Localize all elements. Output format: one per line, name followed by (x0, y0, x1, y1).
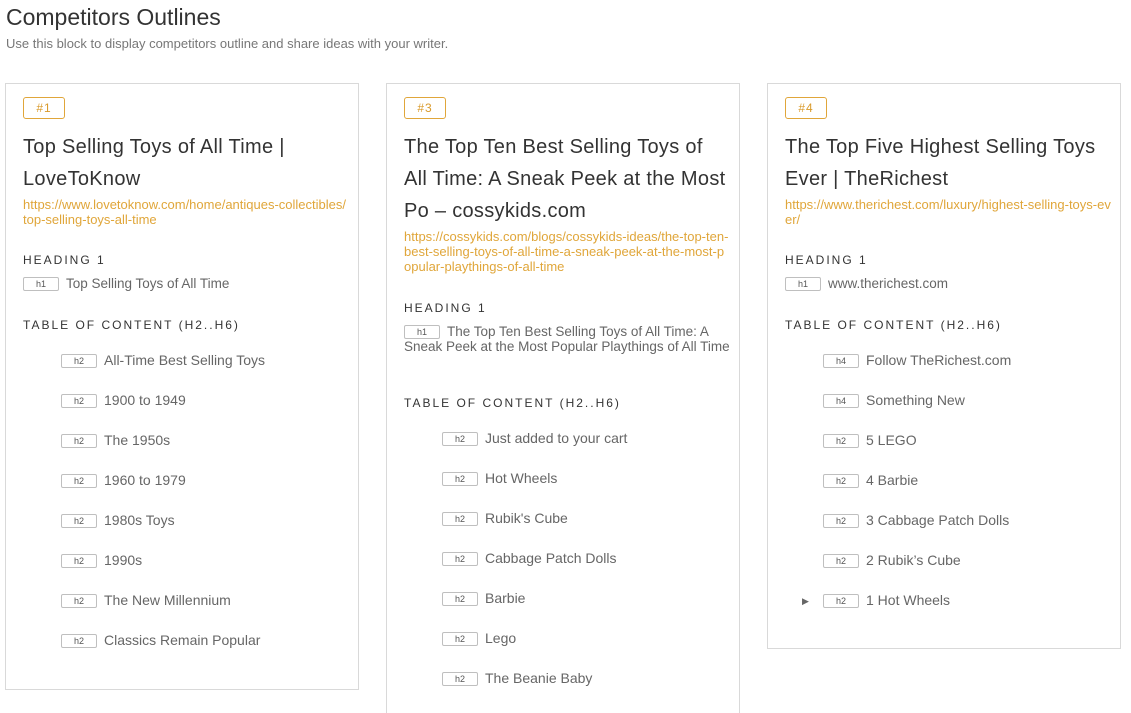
page-subtitle: Use this block to display competitors ou… (6, 36, 449, 51)
competitor-url-link[interactable]: https://www.therichest.com/luxury/highes… (785, 197, 1111, 227)
toc-item-text: 1960 to 1979 (104, 472, 186, 488)
competitor-title: Top Selling Toys of All Time | LoveToKno… (23, 136, 285, 190)
competitor-title: The Top Five Highest Selling Toys Ever |… (785, 136, 1096, 190)
heading-tag: h2 (61, 474, 97, 488)
heading-tag: h2 (442, 672, 478, 686)
toc-item-text: Just added to your cart (485, 430, 628, 446)
toc-item: h2 Cabbage Patch Dolls (442, 550, 617, 566)
toc-item: h2 Classics Remain Popular (61, 632, 260, 648)
toc-item: h2 2 Rubik’s Cube (823, 552, 961, 568)
competitor-url-link[interactable]: https://cossykids.com/blogs/cossykids-id… (404, 229, 730, 274)
toc-item: h2 The New Millennium (61, 592, 231, 608)
toc-item: h2 1900 to 1949 (61, 392, 186, 408)
heading-tag: h4 (823, 354, 859, 368)
toc-item-text: 5 LEGO (866, 432, 917, 448)
toc-item-text: Lego (485, 630, 517, 646)
toc-item-text: 1980s Toys (104, 512, 175, 528)
toc-item: h2 The Beanie Baby (442, 670, 592, 686)
heading-tag: h2 (61, 554, 97, 568)
heading1-label: HEADING 1 (23, 253, 106, 267)
toc-item: h2 Rubik's Cube (442, 510, 568, 526)
toc-item: h2 Just added to your cart (442, 430, 627, 446)
toc-item-text: Rubik's Cube (485, 510, 568, 526)
toc-item-text: 1 Hot Wheels (866, 592, 951, 608)
h1-row: h1 The Top Ten Best Selling Toys of All T… (404, 324, 730, 354)
toc-item: h2 Hot Wheels (442, 470, 557, 486)
toc-item-text: The 1950s (104, 432, 171, 448)
toc-item-text: Follow TheRichest.com (866, 352, 1012, 368)
toc-item-text: 1900 to 1949 (104, 392, 186, 408)
toc-item: h2 4 Barbie (823, 472, 918, 488)
toc-item-text: Hot Wheels (485, 470, 558, 486)
h1-text: www.therichest.com (828, 276, 949, 291)
heading-tag: h2 (61, 594, 97, 608)
heading-tag: h2 (442, 432, 478, 446)
heading1-label: HEADING 1 (404, 301, 487, 315)
toc-item: h2 Barbie (442, 590, 525, 606)
toc-item-text: All-Time Best Selling Toys (104, 352, 266, 368)
heading-tag: h4 (823, 394, 859, 408)
toc-item-text: The New Millennium (104, 592, 231, 608)
toc-item: h4 Something New (823, 392, 965, 408)
competitor-card: #3 The Top Ten Best Selling Toys of All … (386, 83, 740, 713)
heading-tag: h2 (442, 512, 478, 526)
toc-item-text: 4 Barbie (866, 472, 919, 488)
toc-item-text: Cabbage Patch Dolls (485, 550, 617, 566)
heading-tag: h2 (442, 472, 478, 486)
toc-item-text: The Beanie Baby (485, 670, 593, 686)
competitor-url-link[interactable]: https://www.lovetoknow.com/home/antiques… (23, 197, 349, 227)
toc-label: TABLE OF CONTENT (H2..H6) (404, 396, 621, 410)
toc-item-text: 2 Rubik’s Cube (866, 552, 961, 568)
toc-item-text: 1990s (104, 552, 143, 568)
toc-item: h2 1990s (61, 552, 142, 568)
heading-tag: h2 (823, 474, 859, 488)
heading-tag: h1 (404, 325, 440, 339)
competitor-card: #1 Top Selling Toys of All Time | LoveTo… (5, 83, 359, 690)
toc-item: h4 Follow TheRichest.com (823, 352, 1011, 368)
toc-item-text: Classics Remain Popular (104, 632, 261, 648)
heading-tag: h2 (823, 514, 859, 528)
toc-item: h2 5 LEGO (823, 432, 917, 448)
heading-tag: h2 (823, 434, 859, 448)
heading-tag: h2 (442, 632, 478, 646)
toc-item-text: Barbie (485, 590, 526, 606)
toc-item: h2 All-Time Best Selling Toys (61, 352, 265, 368)
heading-tag: h2 (823, 554, 859, 568)
toc-item-text: Something New (866, 392, 965, 408)
toc-item-text: 3 Cabbage Patch Dolls (866, 512, 1010, 528)
heading-tag: h2 (823, 594, 859, 608)
toc-item: h2 Lego (442, 630, 516, 646)
heading-tag: h2 (61, 634, 97, 648)
toc-label: TABLE OF CONTENT (H2..H6) (785, 318, 1002, 332)
heading-tag: h2 (61, 354, 97, 368)
rank-badge: #3 (404, 97, 446, 119)
heading-tag: h2 (61, 434, 97, 448)
toc-label: TABLE OF CONTENT (H2..H6) (23, 318, 240, 332)
heading-tag: h2 (442, 592, 478, 606)
toc-item: h2 1960 to 1979 (61, 472, 186, 488)
h1-text: Top Selling Toys of All Time (66, 276, 230, 291)
toc-item: h2 The 1950s (61, 432, 170, 448)
heading-tag: h2 (61, 394, 97, 408)
competitor-card: #4 The Top Five Highest Selling Toys Eve… (767, 83, 1121, 649)
rank-badge: #1 (23, 97, 65, 119)
page-title: Competitors Outlines (6, 4, 221, 30)
h1-row: h1 Top Selling Toys of All Time (23, 276, 349, 291)
h1-text: The Top Ten Best Selling Toys of All Tim… (404, 324, 730, 354)
caret-right-icon[interactable]: ▶ (802, 596, 809, 607)
heading-tag: h2 (442, 552, 478, 566)
toc-item-expandable[interactable]: h2 1 Hot Wheels (823, 592, 950, 608)
h1-row: h1 www.therichest.com (785, 276, 1111, 291)
toc-item: h2 3 Cabbage Patch Dolls (823, 512, 1009, 528)
toc-item: h2 1980s Toys (61, 512, 175, 528)
competitor-title: The Top Ten Best Selling Toys of All Tim… (404, 136, 726, 222)
heading-tag: h1 (785, 277, 821, 291)
rank-badge: #4 (785, 97, 827, 119)
heading-tag: h1 (23, 277, 59, 291)
heading-tag: h2 (61, 514, 97, 528)
heading1-label: HEADING 1 (785, 253, 868, 267)
